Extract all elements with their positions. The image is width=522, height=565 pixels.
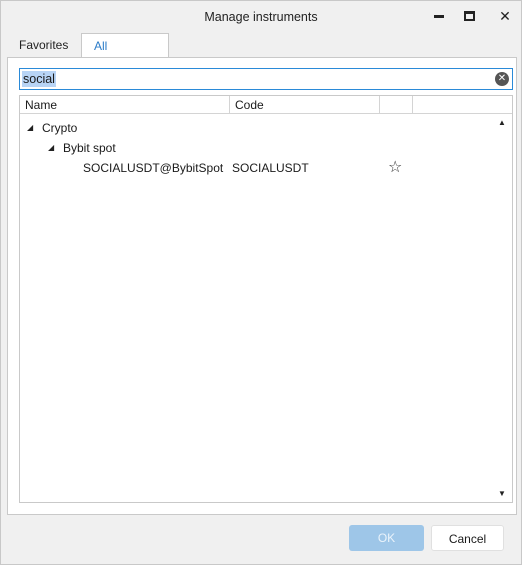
instruments-grid: Name Code ◢ Crypto ◢ Bybit spot SOCIALUS…: [19, 95, 513, 503]
star-outline-icon[interactable]: ☆: [388, 158, 402, 178]
vertical-scrollbar[interactable]: ▲ ▼: [495, 114, 512, 502]
close-icon: ✕: [499, 8, 511, 24]
close-button[interactable]: ✕: [493, 5, 517, 27]
expanded-triangle-icon[interactable]: ◢: [48, 138, 54, 158]
manage-instruments-dialog: Manage instruments ✕ Favorites All instr…: [0, 0, 522, 565]
tab-panel: social ✕ Name Code ◢ Crypto ◢ Bybit spot…: [7, 57, 517, 515]
ok-button[interactable]: OK: [349, 525, 424, 551]
minimize-button[interactable]: [427, 5, 451, 27]
clear-search-button[interactable]: ✕: [495, 72, 509, 86]
search-box[interactable]: social ✕: [19, 68, 513, 90]
scroll-down-arrow-icon[interactable]: ▼: [498, 489, 506, 498]
maximize-icon: [463, 11, 475, 21]
title-bar: Manage instruments ✕: [1, 1, 521, 33]
cancel-button[interactable]: Cancel: [431, 525, 504, 551]
column-header-name[interactable]: Name: [20, 96, 230, 114]
scroll-up-arrow-icon[interactable]: ▲: [498, 118, 506, 127]
column-header-favorite[interactable]: [380, 96, 413, 114]
grid-header: Name Code: [20, 96, 512, 114]
tab-favorites[interactable]: Favorites: [9, 33, 78, 57]
maximize-button[interactable]: [457, 5, 481, 27]
search-input[interactable]: [22, 71, 482, 87]
tree-row-bybit-spot[interactable]: ◢ Bybit spot: [20, 138, 490, 158]
expanded-triangle-icon[interactable]: ◢: [27, 118, 33, 138]
instrument-name: SOCIALUSDT@BybitSpot: [83, 161, 224, 175]
tree-row-label: Crypto: [42, 121, 78, 135]
instrument-row[interactable]: SOCIALUSDT@BybitSpot SOCIALUSDT ☆: [20, 158, 490, 178]
clear-circle-icon: ✕: [497, 73, 507, 84]
tab-all-instruments[interactable]: All instruments: [81, 33, 170, 77]
instrument-code: SOCIALUSDT: [232, 161, 309, 175]
minimize-icon: [434, 14, 444, 18]
tree-row-label: Bybit spot: [63, 141, 116, 155]
tree-row-crypto[interactable]: ◢ Crypto: [20, 118, 490, 138]
search-selected-text: social: [22, 71, 56, 87]
column-header-code[interactable]: Code: [230, 96, 380, 114]
